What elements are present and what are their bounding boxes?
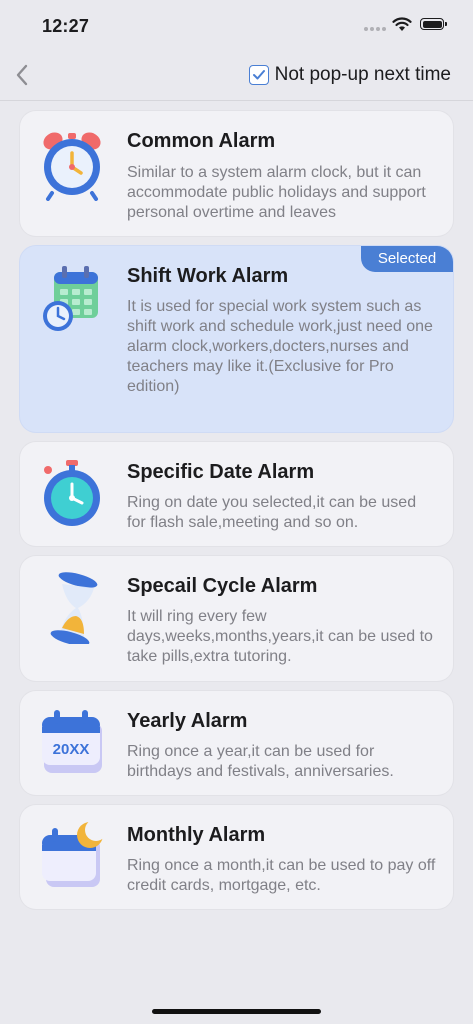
alarm-title: Specail Cycle Alarm: [127, 575, 318, 597]
alarm-card-yearly[interactable]: 20XX Yearly Alarm Ring once a year,it ca…: [20, 691, 453, 795]
alarm-description: Ring once a year,it can be used for birt…: [127, 743, 394, 780]
not-popup-toggle[interactable]: Not pop-up next time: [248, 64, 451, 86]
alarm-card-monthly[interactable]: Monthly Alarm Ring once a month,it can b…: [20, 805, 453, 909]
status-time: 12:27: [42, 16, 90, 36]
yearly-icon-text: 20XX: [53, 741, 90, 758]
alarm-type-list: Common Alarm Similar to a system alarm c…: [20, 111, 453, 919]
alarm-title: Shift Work Alarm: [127, 265, 289, 287]
yearly-calendar-icon: 20XX: [42, 710, 102, 773]
battery-icon: [420, 18, 447, 30]
alarm-clock-icon: [43, 132, 101, 201]
stopwatch-icon: [44, 460, 100, 526]
not-popup-checkbox[interactable]: [248, 65, 269, 85]
alarm-description: It is used for special work system such …: [127, 298, 433, 395]
hourglass-icon: [50, 572, 98, 644]
alarm-title: Yearly Alarm: [127, 710, 248, 732]
alarm-card-specific-date[interactable]: Specific Date Alarm Ring on date you sel…: [20, 442, 453, 546]
alarm-title: Monthly Alarm: [127, 824, 266, 846]
alarm-description: Similar to a system alarm clock, but it …: [127, 164, 426, 221]
selected-badge: Selected: [361, 246, 453, 272]
alarm-card-common[interactable]: Common Alarm Similar to a system alarm c…: [20, 111, 453, 236]
wifi-icon: [392, 17, 412, 31]
alarm-title: Common Alarm: [127, 130, 276, 152]
cellular-signal-icon: [364, 27, 386, 33]
not-popup-label: Not pop-up next time: [274, 64, 451, 85]
alarm-description: It will ring every few days,weeks,months…: [127, 608, 433, 665]
alarm-card-special-cycle[interactable]: Specail Cycle Alarm It will ring every f…: [20, 556, 453, 681]
calendar-clock-icon: [43, 266, 98, 331]
home-indicator[interactable]: [152, 1009, 321, 1014]
checkmark-icon: [252, 70, 265, 80]
alarm-description: Ring once a month,it can be used to pay …: [127, 857, 436, 894]
moon-calendar-icon: [42, 821, 106, 887]
alarm-description: Ring on date you selected,it can be used…: [127, 494, 417, 531]
status-bar: 12:27: [0, 0, 473, 50]
back-chevron-icon[interactable]: [10, 60, 36, 90]
alarm-card-shift-work[interactable]: Selected Shift Work Alarm It is used for…: [20, 246, 453, 432]
alarm-title: Specific Date Alarm: [127, 461, 315, 483]
nav-bar: Not pop-up next time: [0, 50, 473, 101]
